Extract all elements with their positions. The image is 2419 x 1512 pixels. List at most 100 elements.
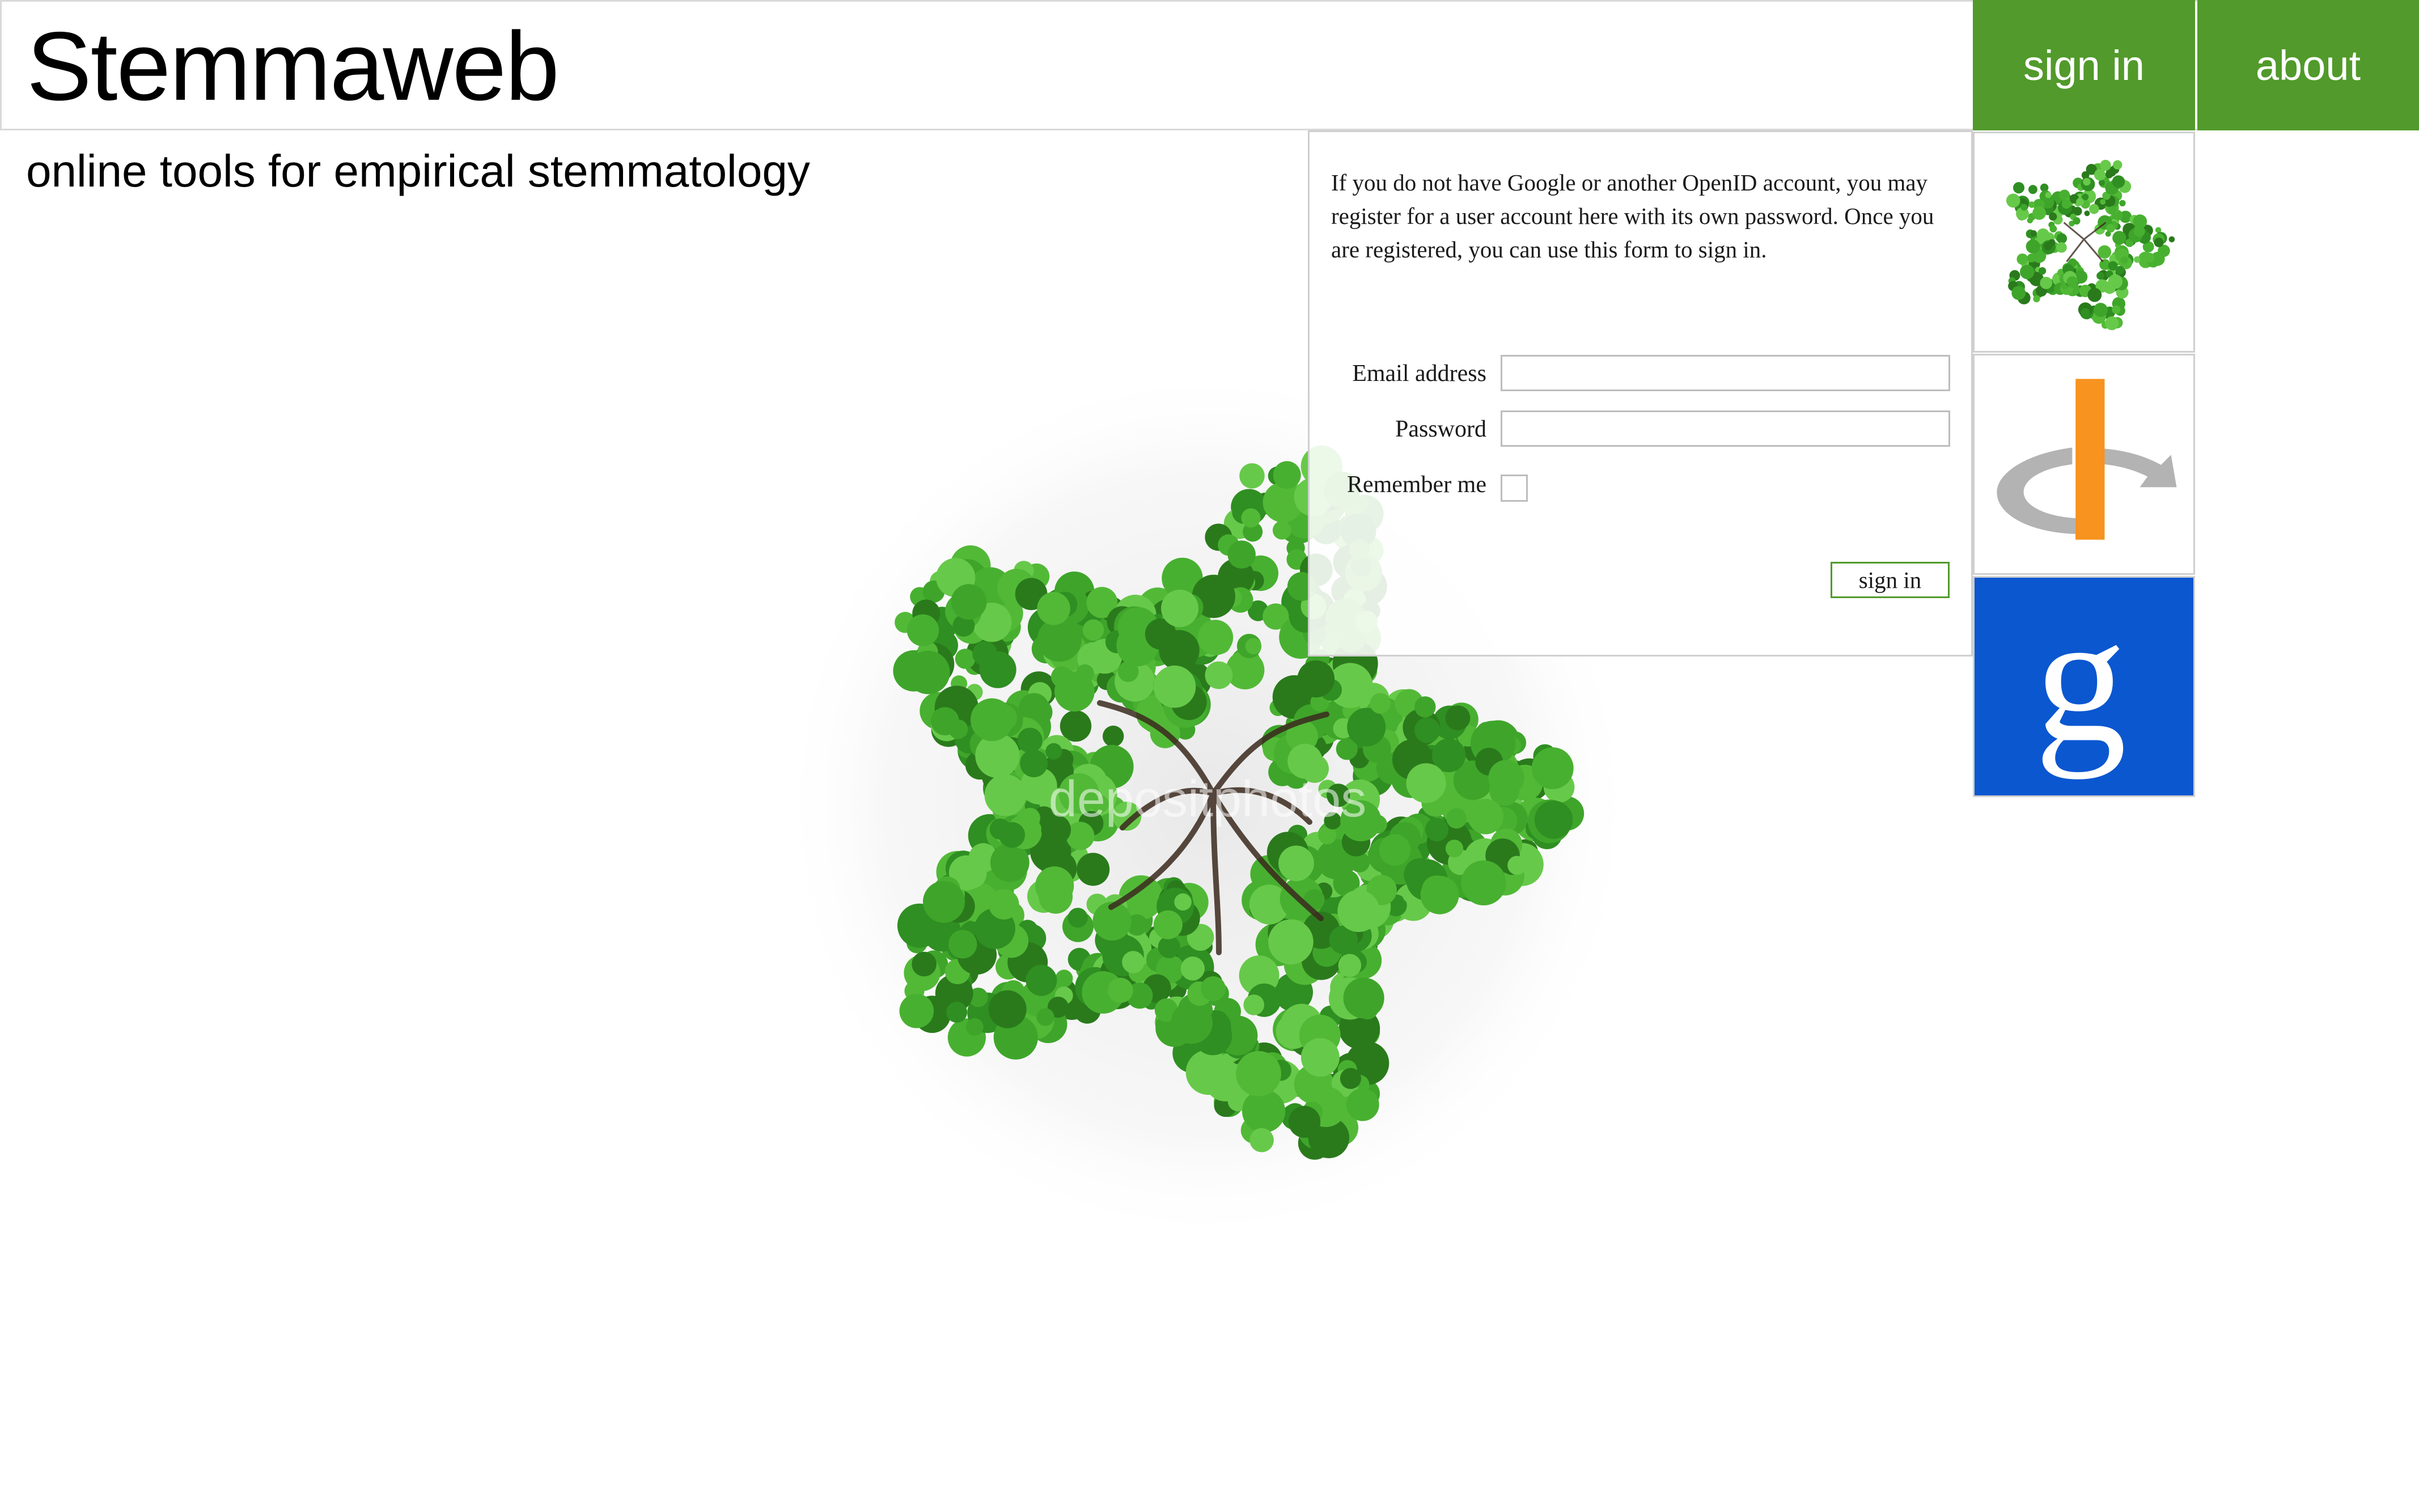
- foliage-cluster: [2040, 277, 2053, 289]
- foliage-cluster: [1414, 696, 1436, 718]
- foliage-cluster: [951, 584, 987, 620]
- foliage-cluster: [1461, 860, 1506, 905]
- foliage-cluster: [1414, 717, 1441, 743]
- foliage-cluster: [2026, 239, 2040, 254]
- foliage-cluster: [1077, 853, 1110, 886]
- foliage-cluster: [1488, 760, 1524, 796]
- password-field[interactable]: [1501, 410, 1950, 447]
- foliage-cluster: [2145, 252, 2155, 262]
- foliage-cluster: [2020, 204, 2028, 211]
- remember-me-checkbox[interactable]: [1501, 475, 1528, 502]
- foliage-cluster: [2056, 233, 2068, 244]
- foliage-cluster: [1067, 908, 1088, 928]
- foliage-cluster: [1297, 660, 1335, 698]
- foliage-cluster: [2076, 198, 2084, 206]
- foliage-cluster: [2049, 225, 2057, 233]
- foliage-cluster: [2105, 316, 2119, 331]
- foliage-cluster: [1343, 977, 1384, 1019]
- foliage-cluster: [2100, 159, 2111, 171]
- foliage-cluster: [2112, 175, 2125, 188]
- foliage-cluster: [1108, 977, 1133, 1003]
- foliage-cluster: [2100, 199, 2106, 205]
- openid-icon: [1997, 379, 2177, 540]
- nav-sign-in-button[interactable]: sign in: [1973, 0, 2195, 130]
- foliage-cluster: [979, 651, 1016, 688]
- site-tagline: online tools for empirical stemmatology: [26, 146, 810, 196]
- foliage-cluster: [2027, 253, 2036, 262]
- foliage-cluster: [2033, 295, 2040, 303]
- foliage-cluster: [2103, 281, 2116, 294]
- foliage-cluster: [1379, 834, 1411, 866]
- foliage-cluster: [2016, 253, 2028, 265]
- foliage-cluster: [2096, 272, 2104, 280]
- openid-login-tile[interactable]: [1973, 354, 2195, 575]
- foliage-cluster: [2093, 303, 2108, 317]
- login-intro-text: If you do not have Google or another Ope…: [1331, 170, 1934, 262]
- foliage-cluster: [999, 822, 1025, 848]
- foliage-cluster: [1153, 665, 1196, 708]
- foliage-cluster: [1036, 1008, 1054, 1026]
- site-title[interactable]: Stemmaweb: [27, 12, 560, 120]
- foliage-cluster: [1288, 1106, 1321, 1138]
- foliage-cluster: [1227, 540, 1256, 569]
- foliage-cluster: [2105, 231, 2111, 237]
- foliage-cluster: [2134, 256, 2141, 263]
- foliage-cluster: [1242, 1089, 1286, 1133]
- foliage-cluster: [2011, 286, 2026, 300]
- foliage-cluster: [2045, 192, 2052, 198]
- foliage-cluster: [984, 774, 1027, 816]
- password-label: Password: [1395, 416, 1486, 442]
- foliage-cluster: [1272, 520, 1291, 540]
- foliage-cluster: [2027, 217, 2034, 224]
- foliage-cluster: [1425, 818, 1449, 841]
- sign-in-submit-button[interactable]: sign in: [1831, 562, 1950, 598]
- foliage-cluster: [1268, 919, 1314, 965]
- foliage-cluster: [988, 990, 1027, 1028]
- email-label: Email address: [1352, 361, 1486, 387]
- foliage-cluster: [906, 650, 950, 694]
- foliage-cluster: [912, 951, 937, 977]
- foliage-cluster: [2082, 193, 2089, 201]
- google-g-icon: g: [2035, 578, 2126, 780]
- foliage-cluster: [2044, 242, 2052, 251]
- nav-about-button[interactable]: about: [2197, 0, 2419, 130]
- foliage-cluster: [1158, 935, 1180, 959]
- foliage-cluster: [1082, 619, 1104, 641]
- foliage-cluster: [1161, 590, 1199, 628]
- foliage-cluster: [1103, 725, 1124, 747]
- foliage-cluster: [2134, 226, 2145, 238]
- foliage-cluster: [1300, 1038, 1340, 1077]
- foliage-cluster: [2049, 213, 2057, 221]
- foliage-cluster: [2088, 204, 2099, 214]
- foliage-cluster: [2108, 261, 2118, 271]
- foliage-cluster: [2087, 287, 2102, 302]
- foliage-cluster: [1174, 893, 1192, 911]
- foliage-cluster: [1338, 954, 1362, 977]
- email-field[interactable]: [1501, 355, 1950, 391]
- foliage-cluster: [2112, 231, 2126, 245]
- foliage-cluster: [1507, 855, 1527, 875]
- foliage-cluster: [2083, 177, 2091, 186]
- stemmaweb-login-tile[interactable]: [1973, 132, 2195, 353]
- foliage-cluster: [2028, 185, 2037, 194]
- foliage-cluster: [1035, 866, 1074, 905]
- foliage-cluster: [1180, 956, 1205, 981]
- foliage-cluster: [2081, 308, 2090, 317]
- remember-me-label: Remember me: [1346, 472, 1486, 498]
- foliage-cluster: [1337, 890, 1380, 932]
- foliage-cluster: [1201, 976, 1226, 1001]
- foliage-cluster: [1239, 463, 1265, 489]
- foliage-cluster: [906, 614, 939, 646]
- foliage-cluster: [2084, 210, 2090, 217]
- foliage-cluster: [988, 889, 1019, 920]
- foliage-cluster: [1468, 799, 1503, 835]
- foliage-cluster: [1153, 910, 1183, 939]
- foliage-cluster: [2154, 238, 2164, 248]
- google-login-tile[interactable]: g: [1973, 576, 2195, 797]
- foliage-cluster: [1020, 749, 1048, 777]
- foliage-cluster: [1037, 592, 1070, 625]
- watermark-text: depositphotos: [1049, 771, 1366, 828]
- foliage-cluster: [2098, 245, 2112, 259]
- foliage-cluster: [1241, 508, 1261, 528]
- foliage-cluster: [965, 1018, 984, 1036]
